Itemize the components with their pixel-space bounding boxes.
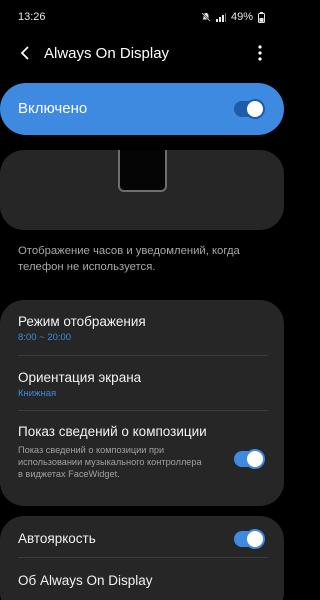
orientation-item[interactable]: Ориентация экрана Книжная xyxy=(18,369,141,399)
divider xyxy=(18,557,268,558)
page-title: Always On Display xyxy=(44,45,170,62)
settings-card: Режим отображения 8:00 ~ 20:00 Ориентаци… xyxy=(0,300,284,506)
music-info-description: Показ сведений о композиции при использо… xyxy=(18,445,202,479)
battery-percent: 49% xyxy=(230,11,253,23)
music-info-item[interactable]: Показ сведений о композиции Показ сведен… xyxy=(18,423,208,480)
toggle-knob xyxy=(245,449,265,469)
about-title: Об Always On Display xyxy=(18,573,153,588)
music-info-toggle[interactable] xyxy=(234,449,265,469)
signal-icon xyxy=(215,12,226,22)
about-item[interactable]: Об Always On Display xyxy=(18,572,153,589)
battery-icon xyxy=(258,12,268,23)
toggle-knob xyxy=(245,529,265,549)
phone-preview-image xyxy=(118,150,167,192)
silent-icon xyxy=(201,12,211,22)
status-time: 13:26 xyxy=(18,11,46,23)
more-options-button[interactable] xyxy=(248,41,272,65)
back-arrow-icon xyxy=(20,46,29,60)
music-info-title: Показ сведений о композиции xyxy=(18,424,207,439)
master-switch-label: Включено xyxy=(18,100,88,117)
back-button[interactable] xyxy=(12,40,38,66)
more-vert-icon xyxy=(258,45,262,61)
orientation-title: Ориентация экрана xyxy=(18,370,142,385)
aod-preview-card xyxy=(0,150,284,230)
auto-brightness-title: Автояркость xyxy=(18,531,96,546)
display-mode-title: Режим отображения xyxy=(18,314,146,329)
toggle-knob xyxy=(245,99,265,119)
display-mode-value: 8:00 ~ 20:00 xyxy=(18,332,72,343)
settings-card-2: Автояркость Об Always On Display xyxy=(0,516,284,600)
divider xyxy=(18,410,268,411)
status-icons: 49% xyxy=(201,11,268,23)
app-bar: Always On Display xyxy=(0,36,284,72)
display-mode-item[interactable]: Режим отображения 8:00 ~ 20:00 xyxy=(18,313,146,343)
master-switch-row[interactable]: Включено xyxy=(0,83,284,135)
auto-brightness-item[interactable]: Автояркость xyxy=(18,530,96,547)
master-switch-toggle[interactable] xyxy=(234,99,265,119)
feature-description: Отображение часов и уведомлений, когда т… xyxy=(18,245,240,273)
auto-brightness-toggle[interactable] xyxy=(234,529,265,549)
orientation-value: Книжная xyxy=(18,388,57,399)
divider xyxy=(18,355,268,356)
status-bar: 13:26 49% xyxy=(0,0,284,36)
